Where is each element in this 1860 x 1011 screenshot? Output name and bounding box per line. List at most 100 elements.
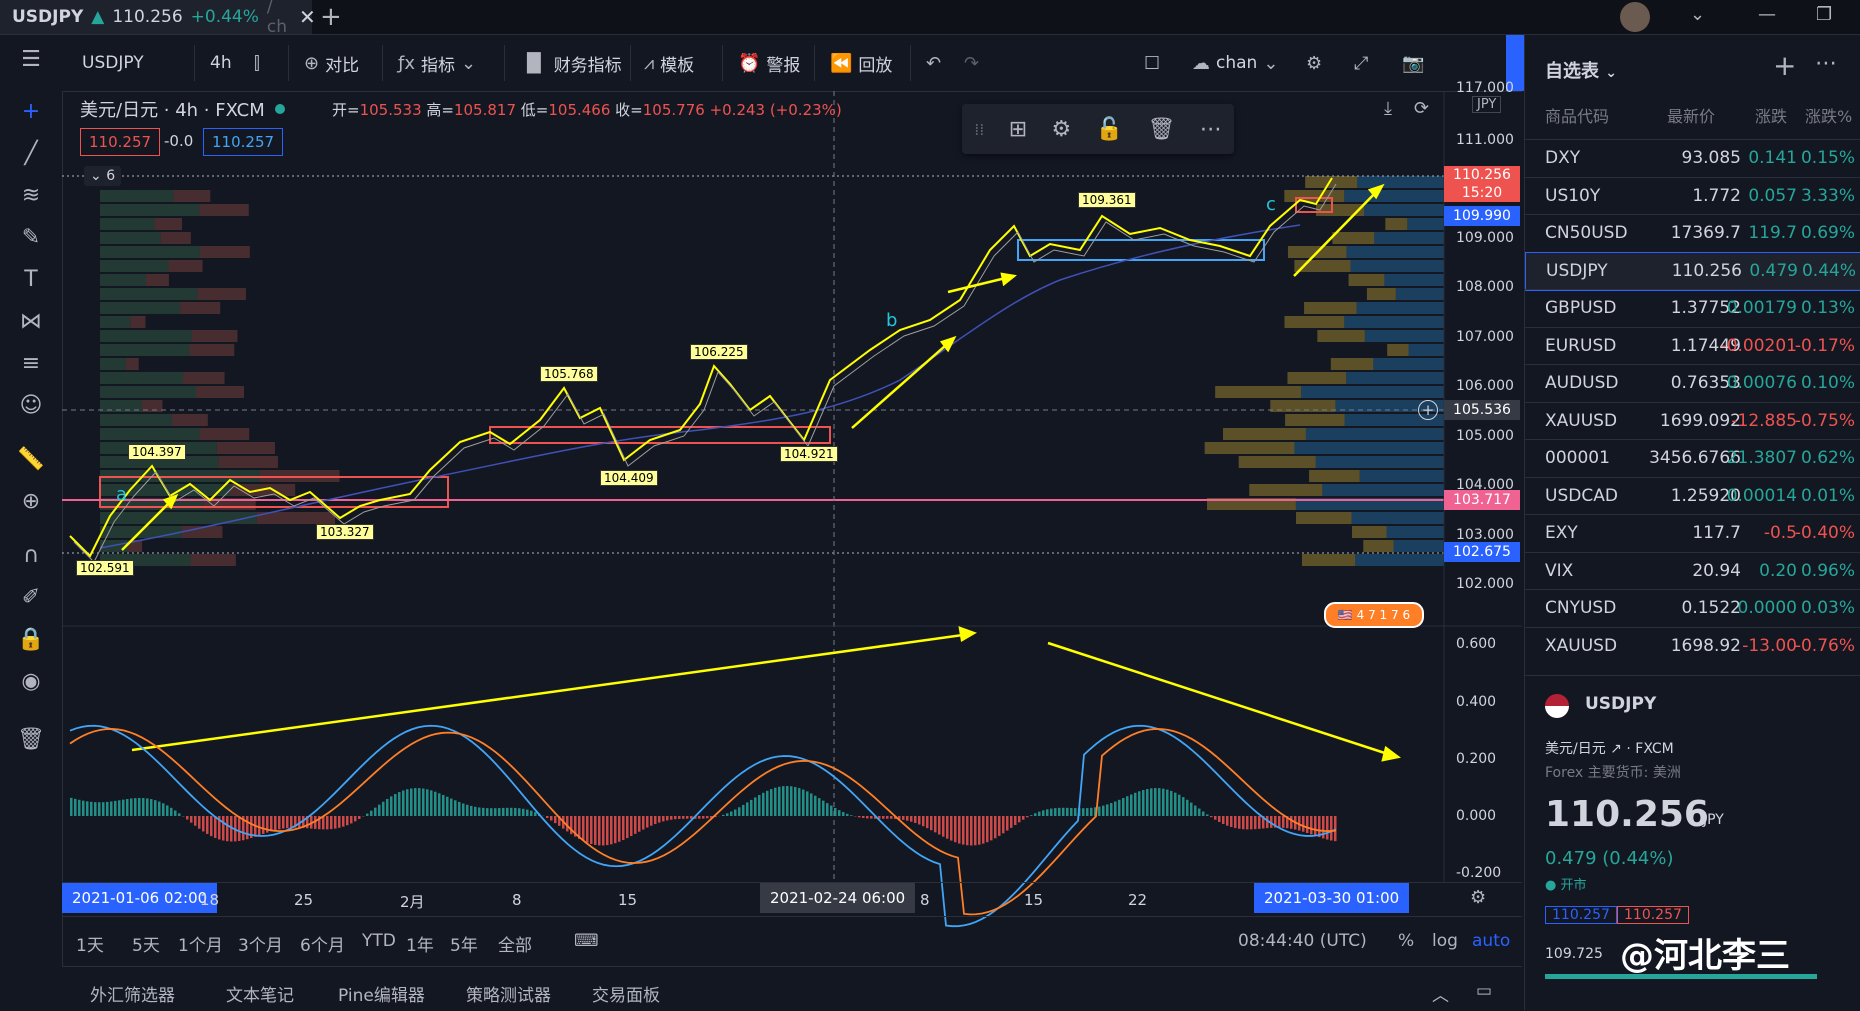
range-button[interactable]: YTD bbox=[362, 931, 396, 951]
detail-low: 109.725 bbox=[1545, 946, 1603, 962]
watchlist-row[interactable]: US10Y1.7720.0573.33% bbox=[1525, 177, 1860, 215]
col-header-change[interactable]: 涨跌 bbox=[1755, 103, 1787, 127]
wave-label[interactable]: c bbox=[1266, 194, 1276, 215]
watchlist-row[interactable]: XAUUSD1698.92-13.00-0.76% bbox=[1525, 627, 1860, 665]
watchlist-row[interactable]: USDJPY110.2560.4790.44% bbox=[1525, 252, 1860, 291]
peak-label[interactable]: 106.225 bbox=[690, 344, 748, 360]
percent-toggle[interactable]: % bbox=[1398, 931, 1414, 951]
legend-title: 美元/日元 · 4h · FXCM bbox=[80, 96, 265, 122]
clock[interactable]: 08:44:40 (UTC) bbox=[1238, 931, 1367, 951]
peak-label[interactable]: 105.768 bbox=[540, 366, 598, 382]
range-button[interactable]: 1年 bbox=[406, 931, 434, 956]
price-tick-label: 111.000 bbox=[1456, 132, 1514, 148]
oscillator-tick-label: 0.000 bbox=[1456, 808, 1496, 824]
row-symbol: GBPUSD bbox=[1545, 298, 1616, 318]
auto-toggle[interactable]: auto bbox=[1472, 931, 1510, 951]
watchlist-row[interactable]: 0000013456.676621.38070.62% bbox=[1525, 439, 1860, 477]
time-tick-label: 18 bbox=[200, 891, 219, 909]
peak-label[interactable]: 109.361 bbox=[1078, 192, 1136, 208]
bottom-tab[interactable]: 文本笔记 bbox=[226, 981, 294, 1006]
refresh-icon[interactable]: ⟳ bbox=[1414, 98, 1429, 119]
row-percent: -0.40% bbox=[1795, 523, 1855, 543]
maximize-panel-icon[interactable]: ▭ bbox=[1476, 981, 1492, 1001]
add-plus-icon[interactable]: + bbox=[1418, 400, 1438, 420]
watchlist-row[interactable]: AUDUSD0.763530.000760.10% bbox=[1525, 364, 1860, 402]
bottom-tab[interactable]: Pine编辑器 bbox=[338, 981, 425, 1006]
row-change: 0.479 bbox=[1749, 261, 1798, 281]
range-button[interactable]: 1天 bbox=[76, 931, 104, 956]
template-icon[interactable]: ⊞ bbox=[1009, 117, 1027, 142]
chart-legend[interactable]: 美元/日元 · 4h · FXCM bbox=[80, 96, 285, 122]
add-symbol-icon[interactable]: + bbox=[1773, 49, 1796, 82]
log-toggle[interactable]: log bbox=[1432, 931, 1458, 951]
col-header-symbol[interactable]: 商品代码 bbox=[1545, 103, 1609, 127]
detail-symbol[interactable]: USDJPY bbox=[1585, 694, 1656, 714]
date-range-icon[interactable]: ⌨ bbox=[574, 931, 599, 951]
watchlist-row[interactable]: VIX20.940.200.96% bbox=[1525, 552, 1860, 590]
watchlist-row[interactable]: EURUSD1.17449-0.00201-0.17% bbox=[1525, 327, 1860, 365]
time-tick-label: 22 bbox=[1128, 891, 1147, 909]
currency-label[interactable]: JPY bbox=[1472, 96, 1501, 113]
row-percent: 0.03% bbox=[1801, 598, 1855, 618]
high-value: 105.817 bbox=[454, 101, 516, 119]
watchlist-row[interactable]: GBPUSD1.377520.001790.13% bbox=[1525, 289, 1860, 327]
row-change: 0.0000 bbox=[1738, 598, 1797, 618]
col-header-price[interactable]: 最新价 bbox=[1667, 103, 1715, 127]
row-change: -0.5 bbox=[1764, 523, 1797, 543]
row-symbol: USDJPY bbox=[1546, 261, 1608, 281]
economic-events-badge[interactable]: 🇺🇸 4 7 1 7 6 bbox=[1324, 602, 1424, 628]
row-price: 1699.092 bbox=[1660, 411, 1741, 431]
watchlist-row[interactable]: EXY117.7-0.5-0.40% bbox=[1525, 514, 1860, 552]
time-axis[interactable]: 2021-01-06 02:00 18252月81581522 2021-02-… bbox=[62, 882, 1522, 917]
bottom-tab[interactable]: 策略测试器 bbox=[466, 981, 551, 1006]
col-header-percent[interactable]: 涨跌% bbox=[1805, 103, 1852, 127]
trough-label[interactable]: 104.409 bbox=[600, 470, 658, 486]
range-button[interactable]: 3个月 bbox=[238, 931, 283, 956]
trash-icon[interactable]: 🗑 bbox=[1147, 117, 1175, 142]
buy-price-box[interactable]: 110.257 bbox=[203, 128, 283, 156]
sell-price-box[interactable]: 110.257 bbox=[80, 128, 160, 156]
trough-label[interactable]: 104.921 bbox=[780, 446, 838, 462]
range-button[interactable]: 6个月 bbox=[300, 931, 345, 956]
time-tick-label: 15 bbox=[618, 891, 637, 909]
unlock-icon[interactable]: 🔓 bbox=[1096, 117, 1123, 142]
chevron-up-icon[interactable]: ︿ bbox=[1432, 981, 1449, 1006]
range-button[interactable]: 全部 bbox=[498, 931, 532, 956]
wave-label[interactable]: a bbox=[116, 484, 127, 505]
row-symbol: EXY bbox=[1545, 523, 1578, 543]
collapse-indicators-button[interactable]: ⌄ 6 bbox=[84, 166, 121, 186]
open-value: 105.533 bbox=[360, 101, 422, 119]
trough-label[interactable]: 102.591 bbox=[76, 560, 134, 576]
detail-ask[interactable]: 110.257 bbox=[1617, 906, 1689, 924]
watchlist-title[interactable]: 自选表 ⌄ bbox=[1545, 57, 1617, 83]
row-percent: 0.62% bbox=[1801, 448, 1855, 468]
watchlist-row[interactable]: USDCAD1.259200.000140.01% bbox=[1525, 477, 1860, 515]
detail-name: 美元/日元 ↗ · FXCM bbox=[1545, 738, 1674, 758]
watchlist-row[interactable]: XAUUSD1699.092-12.885-0.75% bbox=[1525, 402, 1860, 440]
flag-icon bbox=[1545, 694, 1569, 718]
range-button[interactable]: 5年 bbox=[450, 931, 478, 956]
drag-handle-icon[interactable]: ⁞⁞ bbox=[974, 120, 984, 139]
watchlist-row[interactable]: CNYUSD0.15220.00000.03% bbox=[1525, 589, 1860, 627]
wave-label[interactable]: b bbox=[886, 310, 897, 331]
chevron-down-icon: ⌄ bbox=[1605, 65, 1617, 81]
download-icon[interactable]: ⤓ bbox=[1384, 98, 1392, 119]
watchlist-row[interactable]: CN50USD17369.7119.70.69% bbox=[1525, 214, 1860, 252]
range-button[interactable]: 1个月 bbox=[178, 931, 223, 956]
external-link-icon[interactable]: ↗ bbox=[1610, 741, 1622, 757]
peak-label[interactable]: 104.397 bbox=[128, 444, 186, 460]
ohlc-values: 开=105.533 高=105.817 低=105.466 收=105.776 … bbox=[332, 99, 842, 120]
chevron-down-icon: ⌄ bbox=[90, 168, 102, 184]
market-status: ● 开市 bbox=[1545, 874, 1587, 893]
gear-icon[interactable]: ⚙ bbox=[1052, 117, 1072, 142]
range-button[interactable]: 5天 bbox=[132, 931, 160, 956]
row-percent: 0.13% bbox=[1801, 298, 1855, 318]
trough-label[interactable]: 103.327 bbox=[316, 524, 374, 540]
bottom-tab[interactable]: 交易面板 bbox=[592, 981, 660, 1006]
gear-icon[interactable]: ⚙ bbox=[1470, 887, 1486, 908]
detail-bid[interactable]: 110.257 bbox=[1545, 906, 1617, 924]
more-icon[interactable]: ⋯ bbox=[1815, 51, 1837, 76]
more-icon[interactable]: ⋯ bbox=[1200, 117, 1222, 142]
watchlist-row[interactable]: DXY93.0850.1410.15% bbox=[1525, 139, 1860, 177]
bottom-tab[interactable]: 外汇筛选器 bbox=[90, 981, 175, 1006]
